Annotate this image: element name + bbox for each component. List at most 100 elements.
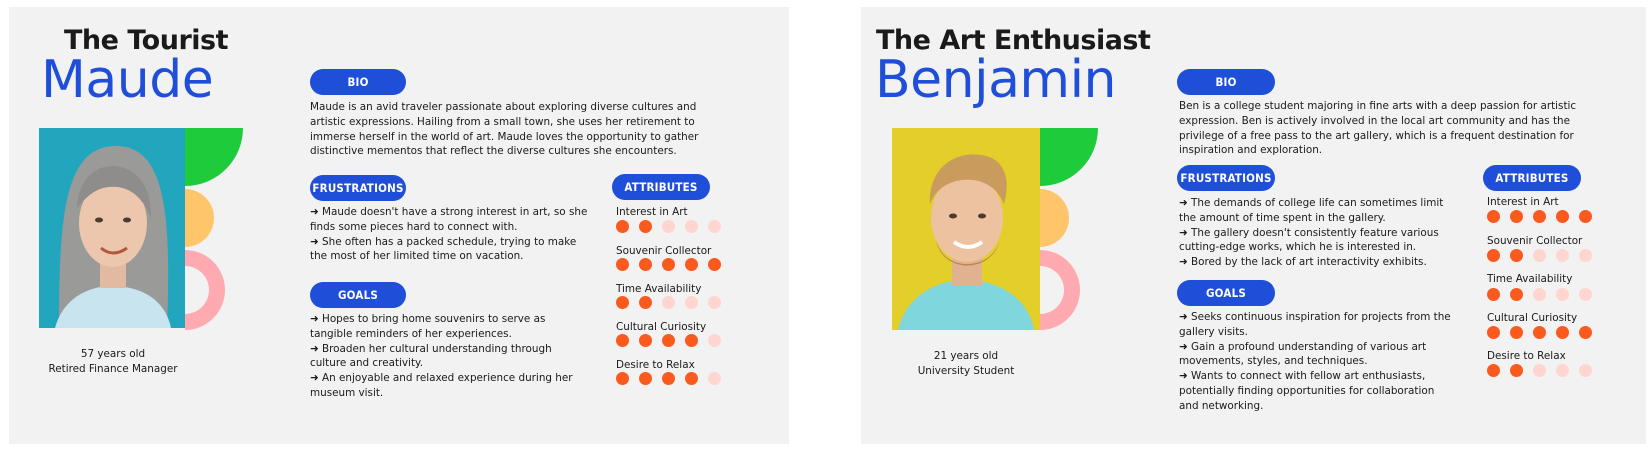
goal-line: ➜ Hopes to bring home souvenirs to serve…	[310, 313, 546, 325]
rating-dot-filled	[662, 334, 675, 347]
rating-dot-filled	[662, 372, 675, 385]
persona-age: 57 years old	[80, 348, 146, 360]
rating-dot-filled	[616, 296, 629, 309]
rating-dot-filled	[1556, 326, 1569, 339]
rating-dot-empty	[708, 296, 721, 309]
goals-heading: GOALS	[1177, 280, 1275, 306]
decorative-shapes	[1040, 128, 1098, 330]
rating-dot-filled	[1556, 210, 1569, 223]
frustration-line: the amount of time spent in the gallery.	[1179, 211, 1386, 224]
rating-dot-filled	[639, 296, 652, 309]
rating-dot-empty	[1579, 288, 1592, 301]
attribute-label: Souvenir Collector	[616, 245, 712, 257]
bio-line: expression. Ben is actively involved in …	[1179, 114, 1571, 127]
goal-line: culture and creativity.	[310, 357, 423, 370]
rating-dot-empty	[1579, 364, 1592, 377]
rating-dot-filled	[1579, 210, 1592, 223]
rating-dot-filled	[639, 334, 652, 347]
rating-dot-filled	[1510, 210, 1523, 223]
bio-line: Ben is a college student majoring in fin…	[1179, 100, 1577, 112]
rating-dot-filled	[616, 258, 629, 271]
rating-dot-filled	[639, 220, 652, 233]
attribute-label: Time Availability	[616, 283, 702, 295]
rating-dot-filled	[616, 220, 629, 233]
rating-dot-empty	[1556, 364, 1569, 377]
rating-dot-filled	[685, 258, 698, 271]
goal-line: movements, styles, and techniques.	[1179, 355, 1368, 368]
goal-line: tangible reminders of her experiences.	[310, 327, 512, 340]
persona-name: Benjamin	[875, 50, 1117, 110]
rating-dot-filled	[1510, 326, 1523, 339]
goal-line: gallery visits.	[1179, 325, 1248, 338]
rating-dot-filled	[1487, 288, 1500, 301]
bio-text: Maude is an avid traveler passionate abo…	[310, 100, 730, 159]
persona-card-maude: The Tourist Maude 57 years old Retired F…	[9, 7, 789, 444]
rating-dot-empty	[1533, 364, 1546, 377]
rating-dot-filled	[1510, 288, 1523, 301]
goal-line: ➜ Gain a profound understanding of vario…	[1179, 340, 1427, 353]
rating-dot-empty	[662, 296, 675, 309]
attribute-label: Cultural Curiosity	[616, 321, 707, 333]
goal-line: and networking.	[1179, 399, 1264, 412]
rating-dot-filled	[1487, 249, 1500, 262]
rating-dot-filled	[1510, 364, 1523, 377]
rating-dot-empty	[1556, 249, 1569, 262]
goals-text: ➜ Seeks continuous inspiration for proje…	[1179, 310, 1479, 414]
goal-line: potentially finding opportunities for co…	[1179, 384, 1435, 397]
goal-line: ➜ An enjoyable and relaxed experience du…	[310, 372, 573, 385]
rating-dot-empty	[708, 220, 721, 233]
rating-dot-empty	[662, 220, 675, 233]
bio-line: immerse herself in the world of art. Mau…	[310, 130, 699, 143]
bio-line: inspiration and exploration.	[1179, 144, 1323, 157]
goals-heading: GOALS	[310, 282, 406, 308]
rating-dot-empty	[685, 296, 698, 309]
rating-dot-empty	[708, 334, 721, 347]
rating-dot-filled	[1487, 210, 1500, 223]
attribute-rating	[616, 334, 721, 347]
attribute-label: Time Availability	[1487, 273, 1573, 285]
persona-occupation: Retired Finance Manager	[48, 363, 178, 375]
frustration-line: the most of her limited time on vacation…	[310, 250, 524, 263]
attribute-label: Souvenir Collector	[1487, 235, 1583, 247]
attributes-heading: ATTRIBUTES	[1483, 165, 1581, 191]
frustrations-heading: FRUSTRATIONS	[310, 175, 406, 201]
frustration-line: ➜ Maude doesn't have a strong interest i…	[310, 206, 588, 218]
bio-text: Ben is a college student majoring in fin…	[1179, 99, 1619, 158]
portrait-photo	[39, 128, 185, 328]
frustrations-heading: FRUSTRATIONS	[1177, 165, 1275, 191]
rating-dot-filled	[1487, 326, 1500, 339]
persona-card-benjamin: The Art Enthusiast Benjamin 21 years old…	[861, 7, 1646, 444]
rating-dot-filled	[639, 372, 652, 385]
decorative-shapes	[185, 128, 243, 330]
portrait-photo	[892, 128, 1040, 330]
rating-dot-filled	[662, 258, 675, 271]
goals-text: ➜ Hopes to bring home souvenirs to serve…	[310, 312, 600, 401]
rating-dot-filled	[616, 372, 629, 385]
rating-dot-filled	[1533, 210, 1546, 223]
rating-dot-empty	[1556, 288, 1569, 301]
bio-heading: BIO	[310, 69, 406, 95]
rating-dot-filled	[1533, 326, 1546, 339]
bio-line: privilege of a free pass to the art gall…	[1179, 129, 1574, 142]
rating-dot-empty	[708, 372, 721, 385]
attribute-rating	[616, 258, 721, 271]
rating-dot-filled	[1579, 326, 1592, 339]
frustrations-text: ➜ Maude doesn't have a strong interest i…	[310, 205, 600, 264]
persona-age: 21 years old	[933, 350, 999, 362]
portrait-illustration	[892, 128, 1040, 330]
bio-line: distinctive mementos that reflect the di…	[310, 145, 677, 158]
frustration-line: ➜ The gallery doesn't consistently featu…	[1179, 226, 1439, 239]
attribute-rating	[1487, 210, 1592, 223]
attribute-label: Interest in Art	[1487, 196, 1559, 208]
attribute-rating	[616, 220, 721, 233]
frustration-line: ➜ She often has a packed schedule, tryin…	[310, 235, 577, 248]
persona-name: Maude	[41, 50, 214, 110]
attributes-heading: ATTRIBUTES	[612, 174, 710, 200]
attribute-label: Interest in Art	[616, 206, 688, 218]
rating-dot-empty	[1579, 249, 1592, 262]
attribute-label: Desire to Relax	[616, 359, 695, 371]
frustration-line: ➜ Bored by the lack of art interactivity…	[1179, 256, 1427, 269]
rating-dot-filled	[1487, 364, 1500, 377]
bio-line: Maude is an avid traveler passionate abo…	[310, 101, 697, 113]
rating-dot-empty	[685, 220, 698, 233]
